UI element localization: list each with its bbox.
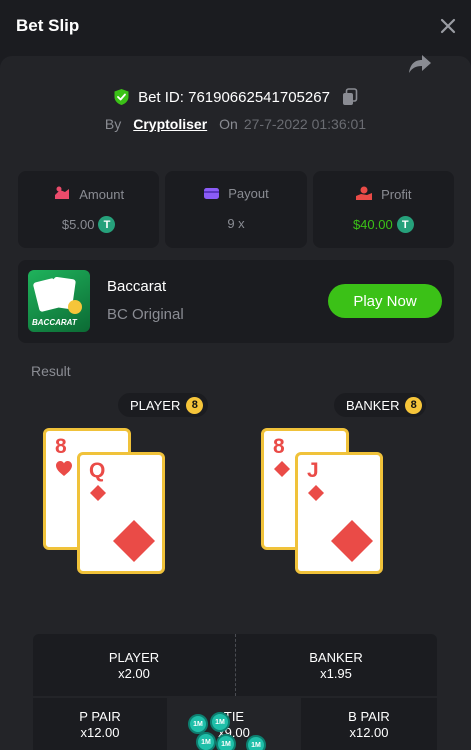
card-rank: 8 bbox=[273, 435, 285, 458]
page-title: Bet Slip bbox=[16, 16, 80, 35]
by-label: By bbox=[104, 116, 122, 132]
baccarat-thumbnail[interactable]: BACCARAT bbox=[28, 270, 90, 332]
chip-icon: 1M bbox=[216, 734, 236, 750]
amount-icon bbox=[55, 186, 70, 199]
b-pair-label: B PAIR bbox=[348, 709, 390, 724]
banker-label: BANKER bbox=[346, 397, 400, 413]
banker-bet-odds: x1.95 bbox=[320, 666, 352, 681]
on-label: On bbox=[219, 116, 238, 132]
player-score-tag: PLAYER 8 bbox=[118, 393, 208, 417]
banker-score-tag: BANKER 8 bbox=[334, 393, 426, 417]
amount-card: Amount $5.00 T bbox=[18, 171, 160, 248]
profit-icon bbox=[356, 186, 373, 200]
player-bet-cell: PLAYER x2.00 bbox=[33, 650, 235, 682]
header: Bet Slip bbox=[0, 0, 471, 54]
player-label: PLAYER bbox=[130, 397, 181, 413]
wallet-icon bbox=[204, 188, 220, 199]
diamonds-icon bbox=[90, 485, 106, 501]
chip-icon: 1M bbox=[188, 714, 208, 734]
payout-card: Payout 9 x bbox=[165, 171, 307, 248]
bet-date: 27-7-2022 01:36:01 bbox=[243, 116, 367, 132]
game-subtitle: BC Original bbox=[107, 306, 184, 323]
card-rank: Q bbox=[89, 459, 106, 482]
banker-bet-cell: BANKER x1.95 bbox=[235, 650, 437, 682]
diamonds-icon bbox=[308, 485, 324, 501]
bet-meta-row: By Cryptoliser On 27-7-2022 01:36:01 bbox=[0, 114, 471, 134]
copy-icon[interactable] bbox=[342, 88, 358, 106]
chip-icon: 1M bbox=[246, 735, 266, 750]
stats-row: Amount $5.00 T Payout 9 x Profit $40.00 … bbox=[18, 171, 454, 248]
player-score: 8 bbox=[186, 396, 204, 414]
hearts-icon bbox=[56, 461, 72, 476]
verified-shield-icon bbox=[114, 89, 129, 105]
banker-bet-label: BANKER bbox=[309, 650, 363, 665]
result-label: Result bbox=[31, 363, 71, 379]
bet-id: Bet ID: 76190662541705267 bbox=[138, 88, 330, 106]
payout-value: 9 x bbox=[227, 216, 245, 231]
card-rank: J bbox=[307, 459, 319, 482]
tether-icon: T bbox=[396, 216, 414, 233]
profit-label: Profit bbox=[381, 186, 412, 202]
card-rank: 8 bbox=[55, 435, 67, 458]
play-now-button[interactable]: Play Now bbox=[328, 284, 442, 318]
diamonds-icon bbox=[113, 520, 155, 562]
diamonds-icon bbox=[274, 461, 290, 477]
share-icon[interactable] bbox=[408, 53, 432, 75]
player-bet-odds: x2.00 bbox=[118, 666, 150, 681]
thumbnail-text: BACCARAT bbox=[32, 318, 77, 327]
bet-board: PLAYER x2.00 BANKER x1.95 P PAIR x12.00 … bbox=[33, 634, 437, 750]
p-pair-odds: x12.00 bbox=[80, 725, 120, 740]
profit-card: Profit $40.00 T bbox=[312, 171, 454, 248]
p-pair-label: P PAIR bbox=[79, 709, 121, 724]
playing-card: J bbox=[295, 452, 383, 574]
b-pair-bet-cell: B PAIR x12.00 bbox=[301, 709, 437, 741]
game-card: BACCARAT Baccarat BC Original Play Now bbox=[18, 260, 454, 343]
amount-label: Amount bbox=[79, 186, 125, 202]
payout-label: Payout bbox=[228, 186, 269, 201]
player-bet-label: PLAYER bbox=[108, 650, 160, 665]
amount-value: $5.00 bbox=[61, 217, 95, 232]
b-pair-odds: x12.00 bbox=[349, 725, 389, 740]
chip-icon: 1M bbox=[210, 712, 230, 732]
p-pair-bet-cell: P PAIR x12.00 bbox=[33, 709, 167, 741]
diamonds-icon bbox=[331, 520, 373, 562]
user-link[interactable]: Cryptoliser bbox=[133, 116, 207, 132]
profit-value: $40.00 bbox=[352, 217, 393, 232]
close-icon[interactable] bbox=[437, 15, 459, 37]
game-name: Baccarat bbox=[107, 278, 167, 295]
chip-icon: 1M bbox=[196, 732, 216, 750]
playing-card: Q bbox=[77, 452, 165, 574]
tether-icon: T bbox=[98, 216, 116, 233]
banker-score: 8 bbox=[405, 396, 422, 414]
bet-id-row: Bet ID: 76190662541705267 bbox=[0, 86, 471, 108]
